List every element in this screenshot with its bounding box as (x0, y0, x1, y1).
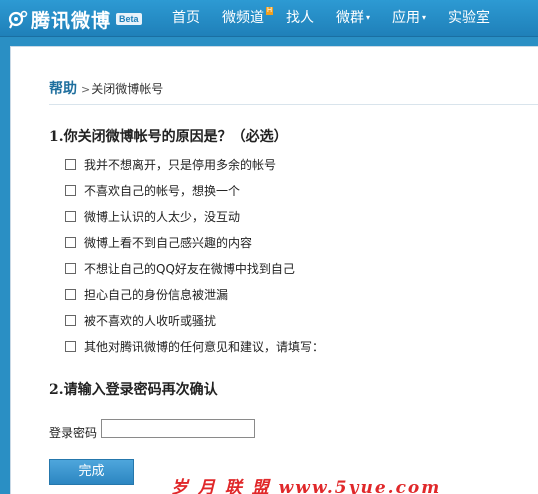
reason-option: 不喜欢自己的帐号，想换一个 (65, 182, 240, 198)
breadcrumb-current: 关闭微博帐号 (91, 82, 164, 96)
reason-option: 我并不想离开，只是停用多余的帐号 (65, 156, 276, 172)
reason-checkbox[interactable] (65, 184, 76, 196)
reason-checkbox[interactable] (65, 158, 76, 170)
beta-badge: Beta (116, 13, 142, 25)
reason-checkbox[interactable] (65, 340, 76, 352)
reason-label: 微博上认识的人太少，没互动 (84, 209, 241, 224)
reason-label: 不喜欢自己的帐号，想换一个 (84, 183, 241, 198)
tencent-weibo-logo-icon (8, 9, 28, 29)
nav-item-2[interactable]: 找人 (286, 9, 314, 27)
top-navigation-bar: 腾讯微博 Beta 首页 微频道 H 找人 微群 ▾ 应用 ▾ 实验室 (0, 0, 538, 37)
breadcrumb-separator: > (81, 83, 91, 96)
logo-text: 腾讯微博 (31, 9, 112, 32)
main-nav: 首页 微频道 H 找人 微群 ▾ 应用 ▾ 实验室 (172, 7, 512, 27)
nav-item-label: 微群 (336, 10, 364, 26)
reason-option: 被不喜欢的人收听或骚扰 (65, 312, 216, 328)
submit-button[interactable]: 完成 (49, 459, 134, 485)
nav-item-label: 实验室 (448, 10, 491, 26)
reason-checkbox[interactable] (65, 288, 76, 300)
chevron-down-icon: ▾ (422, 13, 427, 22)
reason-checkbox[interactable] (65, 236, 76, 248)
reason-option: 微博上认识的人太少，没互动 (65, 208, 240, 224)
breadcrumb: 帮助 > 关闭微博帐号 (49, 78, 538, 105)
reason-label: 我并不想离开，只是停用多余的帐号 (84, 157, 277, 172)
question-1-title: 1.你关闭微博帐号的原因是？（必选） (49, 129, 288, 145)
reason-option: 微博上看不到自己感兴趣的内容 (65, 234, 252, 250)
logo[interactable]: 腾讯微博 Beta (8, 7, 142, 32)
hot-badge: H (265, 7, 273, 15)
nav-item-1[interactable]: 微频道 H (222, 7, 273, 27)
reason-checkbox[interactable] (65, 262, 76, 274)
reason-option: 其他对腾讯微博的任何意见和建议，请填写： (65, 338, 324, 354)
content-panel: 帮助 > 关闭微博帐号 1.你关闭微博帐号的原因是？（必选） 我并不想离开，只是… (10, 46, 538, 494)
nav-item-label: 微频道 (222, 10, 264, 26)
password-label: 登录密码 (49, 426, 98, 440)
nav-item-label: 找人 (286, 10, 314, 26)
nav-item-5[interactable]: 实验室 (448, 9, 490, 27)
reason-label: 微博上看不到自己感兴趣的内容 (84, 235, 253, 250)
reason-checkbox[interactable] (65, 314, 76, 326)
reason-checkbox[interactable] (65, 210, 76, 222)
nav-item-label: 应用 (392, 10, 421, 26)
reason-option: 不想让自己的QQ好友在微博中找到自己 (65, 260, 295, 276)
nav-item-label: 首页 (172, 10, 200, 26)
reason-option: 担心自己的身份信息被泄漏 (65, 286, 228, 302)
site-watermark: 岁 月 联 盟 www.5yue.com (171, 478, 442, 494)
nav-item-0[interactable]: 首页 (172, 9, 200, 27)
reason-label: 其他对腾讯微博的任何意见和建议，请填写： (84, 339, 325, 354)
question-2-title: 2.请输入登录密码再次确认 (49, 382, 218, 398)
nav-item-3[interactable]: 微群 ▾ (336, 9, 370, 27)
password-input[interactable] (101, 419, 255, 438)
chevron-down-icon: ▾ (366, 13, 371, 22)
breadcrumb-help-link[interactable]: 帮助 (49, 78, 77, 98)
reason-label: 不想让自己的QQ好友在微博中找到自己 (84, 261, 295, 276)
reason-label: 担心自己的身份信息被泄漏 (84, 287, 229, 302)
nav-item-4[interactable]: 应用 ▾ (392, 9, 426, 27)
reason-label: 被不喜欢的人收听或骚扰 (84, 313, 217, 328)
